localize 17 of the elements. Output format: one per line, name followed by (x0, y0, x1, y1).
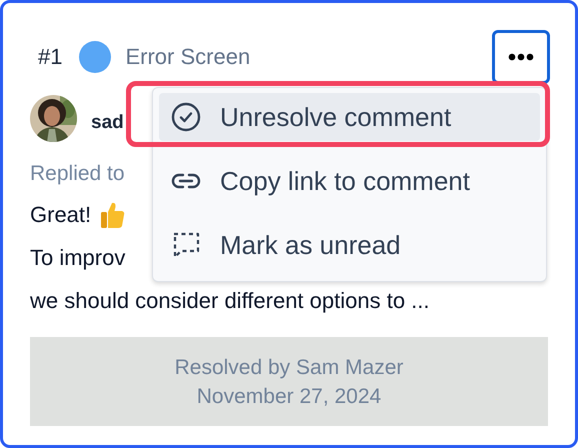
more-icon (508, 53, 534, 61)
thread-number: #1 (38, 44, 62, 70)
more-button[interactable] (492, 30, 550, 84)
menu-item[interactable]: Copy link to comment (159, 157, 540, 205)
resolved-date: November 27, 2024 (196, 384, 382, 410)
status-dot (79, 41, 112, 73)
reply-note: Replied to (30, 161, 125, 187)
author-name: sad (91, 112, 124, 134)
thread-title: Error Screen (125, 44, 250, 70)
menu-item[interactable]: Mark as unread (159, 221, 540, 269)
comment-text: we should consider different options to ... (30, 287, 430, 315)
check-circle-icon (171, 102, 201, 132)
menu-item[interactable]: Unresolve comment (159, 93, 540, 141)
comment-text: To improv (30, 244, 126, 272)
resolved-by: Resolved by Sam Mazer (174, 354, 404, 380)
comment-text: Great! (30, 201, 92, 229)
thumbs-up-icon (99, 200, 126, 228)
